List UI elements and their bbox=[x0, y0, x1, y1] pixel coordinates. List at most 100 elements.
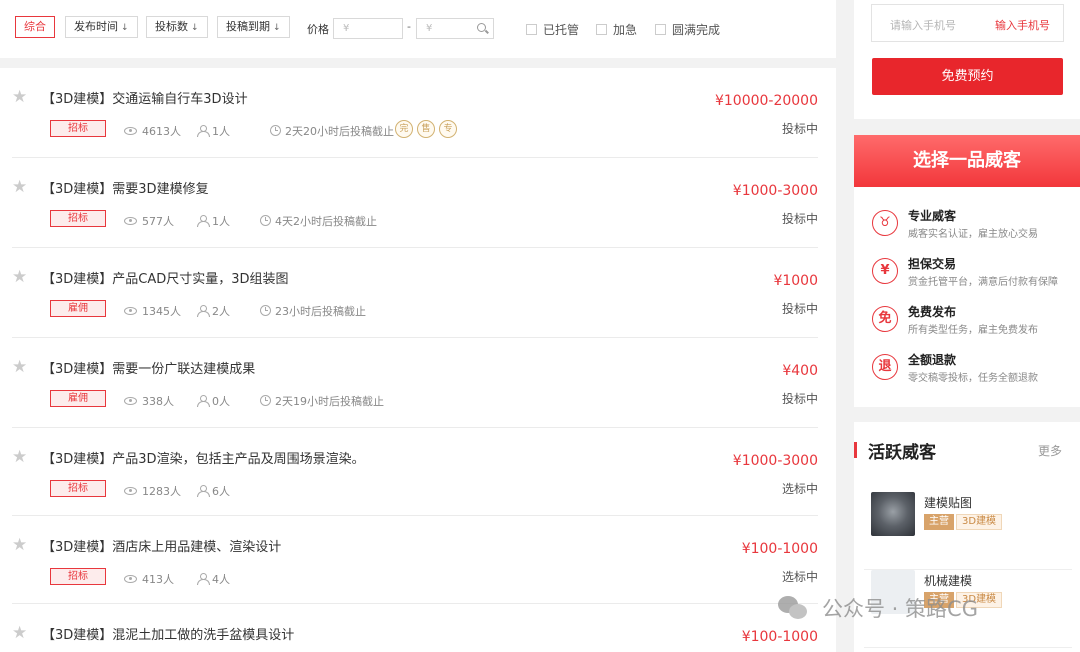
user-icon bbox=[197, 395, 210, 407]
active-workers-title: 活跃威客 bbox=[868, 443, 936, 463]
avatar[interactable] bbox=[871, 492, 915, 536]
arrow-down-icon: ↓ bbox=[191, 23, 199, 33]
user-icon bbox=[197, 573, 210, 585]
star-icon[interactable]: ★ bbox=[12, 268, 27, 286]
feature-title: 全额退款 bbox=[908, 353, 957, 367]
task-views: 338人 bbox=[124, 393, 174, 409]
task-bids: 2人 bbox=[197, 303, 230, 319]
feature-desc: 所有类型任务，雇主免费发布 bbox=[908, 325, 1038, 336]
task-views: 413人 bbox=[124, 571, 174, 587]
task-price: ¥100-1000 bbox=[741, 629, 818, 645]
sort-deadline-button[interactable]: 投稿到期 ↓ bbox=[217, 16, 290, 38]
task-bids: 1人 bbox=[197, 123, 230, 139]
more-link[interactable]: 更多 bbox=[1038, 442, 1062, 459]
task-deadline: 4天2小时后投稿截止 bbox=[260, 213, 377, 229]
after-sale-mark-icon: 售 bbox=[417, 120, 435, 138]
yuan-icon: ¥ bbox=[872, 258, 898, 284]
task-views: 4613人 bbox=[124, 123, 181, 139]
eye-icon bbox=[124, 397, 137, 405]
feature-desc: 威客实名认证，雇主放心交易 bbox=[908, 229, 1038, 240]
task-row[interactable]: ★ 【3D建模】需要一份广联达建模成果 雇佣 338人 0人 2天19小时后投稿… bbox=[12, 338, 818, 428]
filter-completed-checkbox[interactable]: 圆满完成 bbox=[655, 21, 720, 38]
price-separator: - bbox=[407, 20, 411, 33]
task-status: 投标中 bbox=[781, 212, 818, 226]
feature-item: ♉ 专业威客 威客实名认证，雇主放心交易 bbox=[872, 207, 1080, 247]
clock-icon bbox=[260, 215, 271, 226]
star-icon[interactable]: ★ bbox=[12, 88, 27, 106]
free-booking-button[interactable]: 免费预约 bbox=[872, 58, 1063, 95]
arrow-down-icon: ↓ bbox=[121, 23, 129, 33]
task-type-badge: 招标 bbox=[50, 568, 106, 585]
star-icon[interactable]: ★ bbox=[12, 178, 27, 196]
task-deadline: 2天19小时后投稿截止 bbox=[260, 393, 384, 409]
task-status: 投标中 bbox=[781, 122, 818, 136]
worker-item[interactable]: 建模贴图 主营 3D建模 bbox=[864, 492, 1072, 570]
feature-item: 退 全额退款 零交稿零投标，任务全额退款 bbox=[872, 351, 1080, 391]
feature-desc: 零交稿零投标，任务全额退款 bbox=[908, 373, 1038, 384]
task-title[interactable]: 【3D建模】酒店床上用品建模、渲染设计 bbox=[42, 536, 281, 555]
checkbox-icon bbox=[596, 24, 607, 35]
task-title[interactable]: 【3D建模】产品3D渲染，包括主产品及周围场景渲染。 bbox=[42, 448, 365, 467]
task-views: 577人 bbox=[124, 213, 174, 229]
task-price: ¥400 bbox=[782, 363, 818, 379]
main-content: 综合 发布时间 ↓ 投标数 ↓ 投稿到期 ↓ 价格 ¥ - ¥ 已托管 加急 圆满完成… bbox=[0, 0, 836, 652]
star-icon[interactable]: ★ bbox=[12, 624, 27, 642]
worker-name[interactable]: 建模贴图 bbox=[924, 494, 972, 511]
filter-hosted-checkbox[interactable]: 已托管 bbox=[526, 21, 579, 38]
phone-input-box[interactable]: 请输入手机号 输入手机号 bbox=[871, 4, 1064, 42]
task-price: ¥1000-3000 bbox=[732, 453, 818, 469]
task-price: ¥1000-3000 bbox=[732, 183, 818, 199]
phone-input-button[interactable]: 输入手机号 bbox=[995, 17, 1050, 33]
filter-bar: 综合 发布时间 ↓ 投标数 ↓ 投稿到期 ↓ 价格 ¥ - ¥ 已托管 加急 圆满完成 bbox=[0, 0, 836, 58]
sort-comprehensive-button[interactable]: 综合 bbox=[15, 16, 55, 38]
task-row[interactable]: ★ 【3D建模】酒店床上用品建模、渲染设计 招标 413人 4人 ¥100-10… bbox=[12, 516, 818, 604]
task-row[interactable]: ★ 【3D建模】混泥土加工做的洗手盆模具设计 ¥100-1000 bbox=[12, 604, 818, 652]
completion-mark-icon: 完 bbox=[395, 120, 413, 138]
eye-icon bbox=[124, 487, 137, 495]
task-row[interactable]: ★ 【3D建模】交通运输自行车3D设计 招标 4613人 1人 2天20小时后投… bbox=[12, 68, 818, 158]
star-icon[interactable]: ★ bbox=[12, 358, 27, 376]
sort-publish-time-button[interactable]: 发布时间 ↓ bbox=[65, 16, 138, 38]
task-status: 投标中 bbox=[781, 392, 818, 406]
task-price: ¥100-1000 bbox=[741, 541, 818, 557]
task-bids: 1人 bbox=[197, 213, 230, 229]
checkbox-icon bbox=[526, 24, 537, 35]
task-type-badge: 雇佣 bbox=[50, 300, 106, 317]
task-title[interactable]: 【3D建模】需要3D建模修复 bbox=[42, 178, 209, 197]
user-icon bbox=[197, 215, 210, 227]
task-price: ¥10000-20000 bbox=[714, 93, 818, 109]
filter-urgent-checkbox[interactable]: 加急 bbox=[596, 21, 637, 38]
star-icon[interactable]: ★ bbox=[12, 448, 27, 466]
price-search-button[interactable] bbox=[472, 18, 494, 39]
medal-icon: ♉ bbox=[872, 210, 898, 236]
task-title[interactable]: 【3D建模】混泥土加工做的洗手盆模具设计 bbox=[42, 624, 294, 643]
task-title[interactable]: 【3D建模】产品CAD尺寸实量，3D组装图 bbox=[42, 268, 289, 287]
wechat-watermark: 公众号 · 策路CG bbox=[778, 590, 1068, 630]
task-deadline: 23小时后投稿截止 bbox=[260, 303, 366, 319]
price-min-input[interactable]: ¥ bbox=[333, 18, 403, 39]
user-icon bbox=[197, 305, 210, 317]
skill-tag: 3D建模 bbox=[956, 514, 1003, 530]
task-views: 1345人 bbox=[124, 303, 181, 319]
phone-input[interactable]: 请输入手机号 bbox=[890, 17, 956, 33]
worker-name[interactable]: 机械建模 bbox=[924, 572, 972, 589]
star-icon[interactable]: ★ bbox=[12, 536, 27, 554]
eye-icon bbox=[124, 217, 137, 225]
task-title[interactable]: 【3D建模】需要一份广联达建模成果 bbox=[42, 358, 255, 377]
user-icon bbox=[197, 125, 210, 137]
booking-panel: 请输入手机号 输入手机号 免费预约 bbox=[854, 0, 1080, 119]
refund-icon: 退 bbox=[872, 354, 898, 380]
task-row[interactable]: ★ 【3D建模】需要3D建模修复 招标 577人 1人 4天2小时后投稿截止 ¥… bbox=[12, 158, 818, 248]
price-max-input[interactable]: ¥ bbox=[416, 18, 473, 39]
task-row[interactable]: ★ 【3D建模】产品3D渲染，包括主产品及周围场景渲染。 招标 1283人 6人… bbox=[12, 428, 818, 516]
user-icon bbox=[197, 485, 210, 497]
task-row[interactable]: ★ 【3D建模】产品CAD尺寸实量，3D组装图 雇佣 1345人 2人 23小时… bbox=[12, 248, 818, 338]
task-title[interactable]: 【3D建模】交通运输自行车3D设计 bbox=[42, 88, 248, 107]
task-status: 投标中 bbox=[781, 302, 818, 316]
exclusive-mark-icon: 专 bbox=[439, 120, 457, 138]
task-bids: 4人 bbox=[197, 571, 230, 587]
task-bids: 6人 bbox=[197, 483, 230, 499]
sort-bid-count-button[interactable]: 投标数 ↓ bbox=[146, 16, 208, 38]
task-type-badge: 招标 bbox=[50, 210, 106, 227]
task-type-badge: 招标 bbox=[50, 480, 106, 497]
